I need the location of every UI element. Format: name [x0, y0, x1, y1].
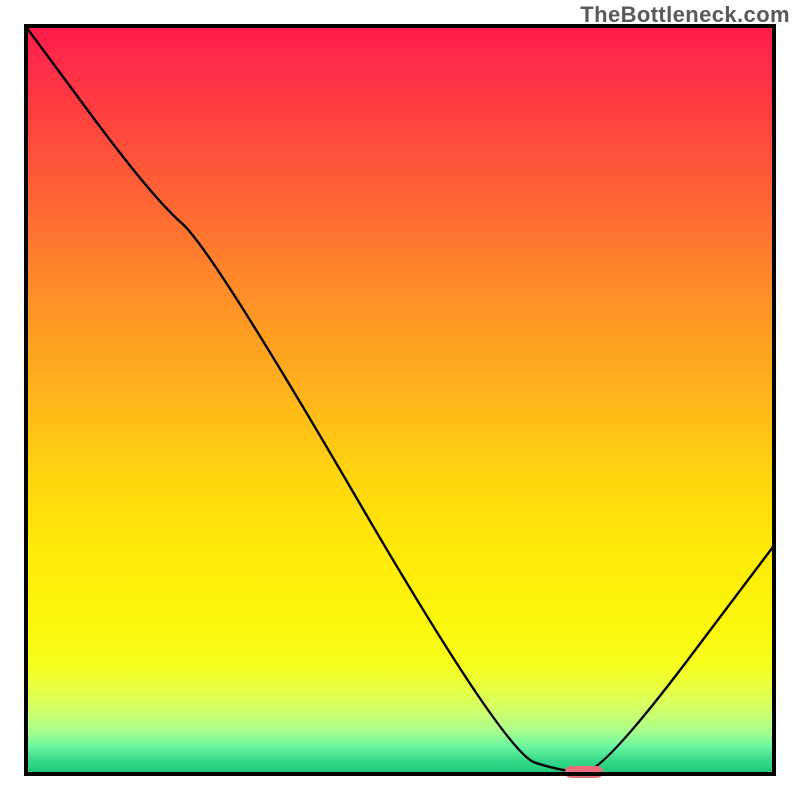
bottleneck-curve	[24, 24, 776, 772]
optimal-marker	[565, 766, 603, 778]
curve-svg	[24, 24, 776, 776]
chart-wrapper: TheBottleneck.com	[0, 0, 800, 800]
plot-area	[24, 24, 776, 776]
